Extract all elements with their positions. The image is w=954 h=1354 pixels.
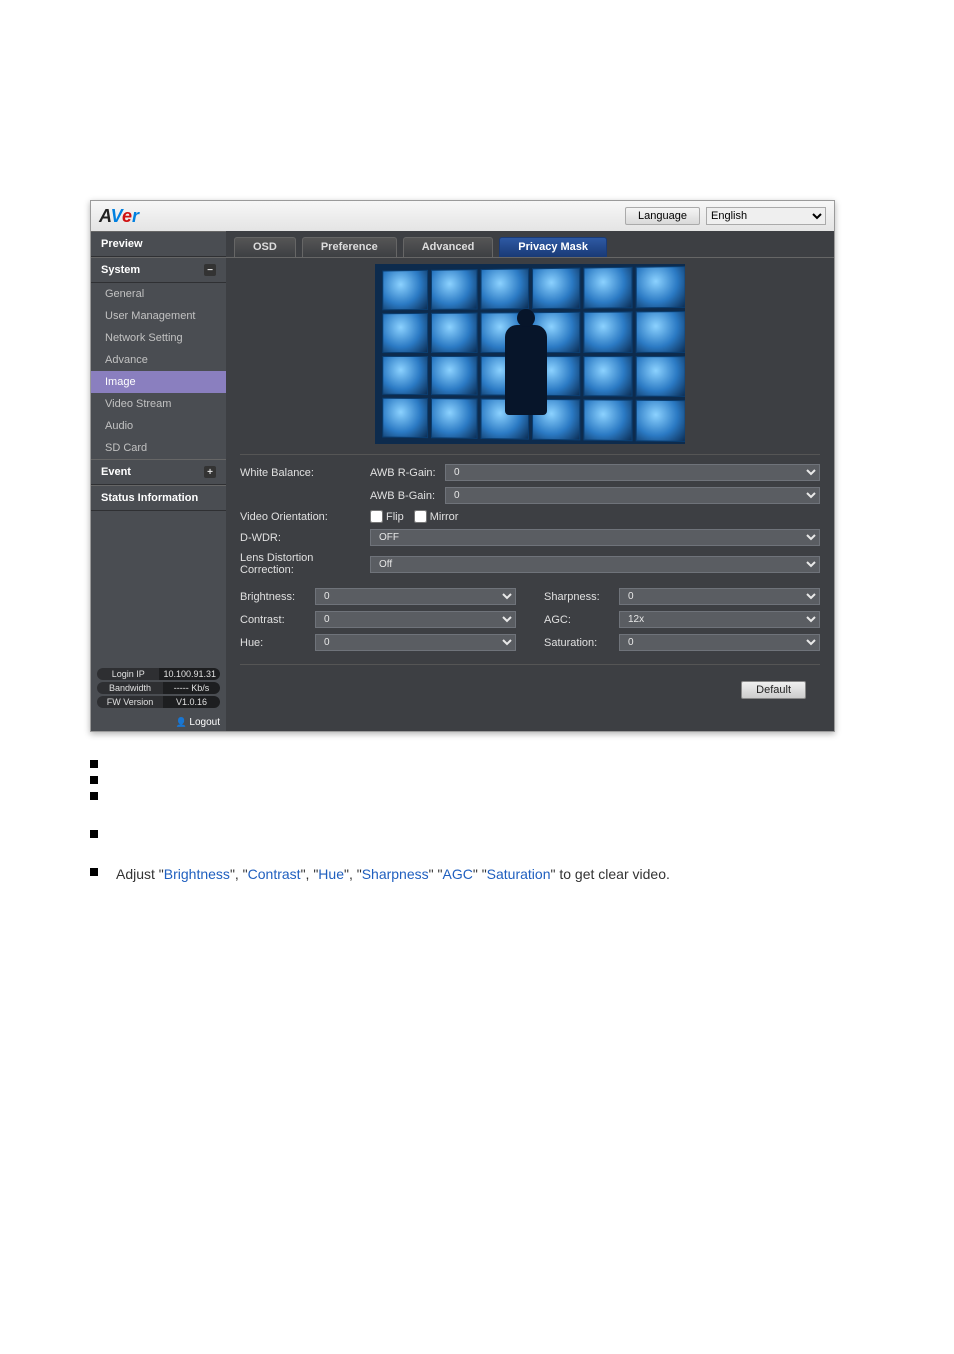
awb-r-gain-label: AWB R-Gain: bbox=[370, 467, 445, 479]
app-window: AVer Language English Preview System − bbox=[90, 200, 835, 732]
dwdr-select[interactable]: OFF bbox=[370, 529, 820, 546]
login-ip-value: 10.100.91.31 bbox=[159, 668, 220, 680]
nav-system[interactable]: System − bbox=[91, 257, 226, 283]
nav-event[interactable]: Event + bbox=[91, 459, 226, 485]
logout-button[interactable]: Logout bbox=[91, 714, 226, 731]
awb-r-gain-select[interactable]: 0 bbox=[445, 464, 820, 481]
topbar: AVer Language English bbox=[91, 201, 834, 231]
tab-advanced[interactable]: Advanced bbox=[403, 237, 494, 257]
nav-audio[interactable]: Audio bbox=[91, 415, 226, 437]
saturation-select[interactable]: 0 bbox=[619, 634, 820, 651]
saturation-label: Saturation: bbox=[544, 637, 619, 649]
brightness-label: Brightness: bbox=[240, 591, 315, 603]
default-button[interactable]: Default bbox=[741, 681, 806, 699]
nav-status-information[interactable]: Status Information bbox=[91, 485, 226, 511]
contrast-label: Contrast: bbox=[240, 614, 315, 626]
language-select[interactable]: English bbox=[706, 207, 826, 225]
sharpness-select[interactable]: 0 bbox=[619, 588, 820, 605]
language-button[interactable]: Language bbox=[625, 207, 700, 225]
expand-icon[interactable]: + bbox=[204, 466, 216, 478]
sharpness-label: Sharpness: bbox=[544, 591, 619, 603]
mirror-checkbox[interactable]: Mirror bbox=[414, 510, 459, 523]
ldc-select[interactable]: Off bbox=[370, 556, 820, 573]
awb-b-gain-select[interactable]: 0 bbox=[445, 487, 820, 504]
dwdr-label: D-WDR: bbox=[240, 532, 370, 544]
sidebar: Preview System − General User Management… bbox=[91, 231, 226, 731]
login-ip-label: Login IP bbox=[97, 668, 159, 680]
fw-version-label: FW Version bbox=[97, 696, 163, 708]
nav-network-setting[interactable]: Network Setting bbox=[91, 327, 226, 349]
video-orientation-label: Video Orientation: bbox=[240, 511, 370, 523]
nav-sd-card[interactable]: SD Card bbox=[91, 437, 226, 459]
nav-advance[interactable]: Advance bbox=[91, 349, 226, 371]
nav-video-stream[interactable]: Video Stream bbox=[91, 393, 226, 415]
description-bullets: Adjust "Brightness", "Contrast", "Hue", … bbox=[90, 752, 864, 888]
agc-label: AGC: bbox=[544, 614, 619, 626]
nav-user-management[interactable]: User Management bbox=[91, 305, 226, 327]
nav-image[interactable]: Image bbox=[91, 371, 226, 393]
nav-preview[interactable]: Preview bbox=[91, 231, 226, 257]
bandwidth-label: Bandwidth bbox=[97, 682, 163, 694]
white-balance-label: White Balance: bbox=[240, 467, 370, 479]
brightness-select[interactable]: 0 bbox=[315, 588, 516, 605]
tab-privacy-mask[interactable]: Privacy Mask bbox=[499, 237, 607, 257]
hue-label: Hue: bbox=[240, 637, 315, 649]
ldc-label: Lens Distortion Correction: bbox=[240, 552, 370, 576]
nav-general[interactable]: General bbox=[91, 283, 226, 305]
fw-version-value: V1.0.16 bbox=[163, 696, 220, 708]
hue-select[interactable]: 0 bbox=[315, 634, 516, 651]
tab-osd[interactable]: OSD bbox=[234, 237, 296, 257]
brand-logo: AVer bbox=[99, 206, 139, 227]
collapse-icon[interactable]: − bbox=[204, 264, 216, 276]
bandwidth-value: ----- Kb/s bbox=[163, 682, 220, 694]
main-panel: OSD Preference Advanced Privacy Mask bbox=[226, 231, 834, 731]
tab-preference[interactable]: Preference bbox=[302, 237, 397, 257]
flip-checkbox[interactable]: Flip bbox=[370, 510, 404, 523]
adjust-line: Adjust "Brightness", "Contrast", "Hue", … bbox=[116, 860, 864, 888]
contrast-select[interactable]: 0 bbox=[315, 611, 516, 628]
agc-select[interactable]: 12x bbox=[619, 611, 820, 628]
awb-b-gain-label: AWB B-Gain: bbox=[370, 490, 445, 502]
video-preview bbox=[375, 264, 685, 444]
